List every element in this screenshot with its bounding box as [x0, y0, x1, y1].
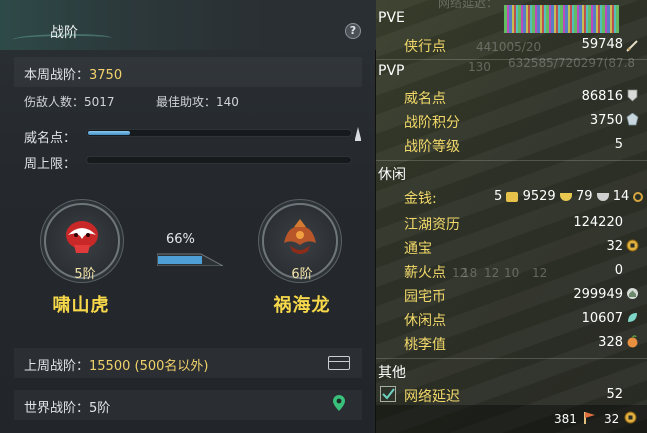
section-divider [376, 59, 647, 60]
pvp-row-value: 3750 [589, 113, 623, 128]
weekly-cap-bar [86, 156, 352, 164]
background-slot-count: 12 [532, 266, 548, 280]
other-row-value: 52 [606, 387, 623, 402]
gold-ingot-count: 5 [494, 189, 503, 204]
help-icon[interactable]: ? [345, 23, 361, 39]
current-rank-level: 5阶 [74, 267, 96, 282]
prestige-label: 威名点： [24, 131, 77, 146]
leisure-row-value: 0 [614, 263, 623, 278]
leisure-row-value: 328 [598, 335, 623, 350]
next-rank-level: 6阶 [291, 267, 313, 282]
other-section-title: 其他 [378, 365, 406, 381]
battle-rank-panel: 战阶 ? 本周战阶：3750 伤敌人数：5017 最佳助攻：140 威名点： 周… [0, 0, 376, 433]
tongbao-coin-icon [624, 411, 637, 424]
leisure-row-value: 10607 [581, 311, 623, 326]
flag-icon [584, 412, 595, 424]
gold-amount: 5 9529 79 14 [494, 189, 644, 204]
sword-icon [626, 40, 638, 52]
copper-count: 14 [612, 189, 630, 204]
pvp-row-value: 86816 [581, 89, 623, 104]
chest-icon[interactable] [328, 356, 350, 370]
leisure-section-title: 休闲 [378, 167, 406, 183]
last-week-label: 上周战阶： [24, 359, 90, 374]
pve-row-label: 侠行点 [404, 39, 446, 55]
pvp-row-label: 战阶积分 [404, 115, 460, 131]
bottom-count-a: 381 [554, 412, 577, 426]
best-assists: 最佳助攻：140 [156, 95, 239, 109]
pve-row-value: 59748 [581, 37, 623, 52]
buff-strip-decoration [504, 5, 619, 33]
panel-title: 战阶 [50, 25, 78, 41]
leisure-row-label: 薪火点 [404, 265, 446, 281]
background-slot-count: 12 [484, 266, 500, 280]
leisure-row-value: 32 [606, 239, 623, 254]
next-rank-name: 祸海龙 [273, 295, 331, 316]
bar-end-marker-icon [355, 127, 361, 141]
silver-count: 79 [575, 189, 593, 204]
silver-tael-icon [596, 192, 609, 201]
prestige-bar [86, 129, 352, 137]
pvp-row-label: 战阶等级 [404, 139, 460, 155]
rank-points-icon [626, 113, 639, 126]
section-divider [376, 160, 647, 161]
weekly-cap-label: 周上限： [24, 157, 77, 172]
kills-count: 伤敌人数：5017 [24, 95, 115, 109]
section-divider [376, 358, 647, 359]
copper-coin-icon [633, 191, 644, 202]
background-slot-count: 12 [452, 266, 468, 280]
currency-overlay-panel: 网络延迟： 441005/20 632585/720297(87.8 130 P… [376, 0, 647, 433]
prestige-badge-icon [627, 89, 638, 102]
last-week-rank: 上周战阶：15500 (500名以外) [24, 355, 208, 374]
gold-count: 9529 [522, 189, 556, 204]
leisure-row-value: 299949 [573, 287, 623, 302]
other-row-label: 网络延迟 [404, 389, 460, 405]
background-latency-text: 网络延迟： [438, 0, 499, 10]
leaf-icon [628, 313, 637, 322]
current-rank-name: 啸山虎 [52, 295, 110, 316]
bottom-count-b: 32 [604, 412, 620, 426]
rank-progress-percent: 66% [166, 232, 195, 247]
pvp-section-title: PVP [378, 63, 405, 79]
leisure-row-label: 江湖资历 [404, 217, 460, 233]
gold-tael-icon [559, 192, 572, 201]
this-week-value: 3750 [89, 68, 123, 83]
peach-icon [627, 335, 638, 348]
house-coin-icon [627, 288, 638, 299]
gold-label: 金钱: [404, 191, 437, 207]
world-rank: 世界战阶：5阶 [24, 401, 111, 416]
pve-section-title: PVE [378, 10, 405, 26]
tongbao-coin-icon [626, 239, 639, 252]
last-week-value: 15500 (500名以外) [89, 359, 209, 374]
leisure-row-value: 124220 [573, 215, 623, 230]
latency-checkbox[interactable] [380, 386, 396, 402]
location-pin-icon[interactable] [333, 395, 345, 411]
checkmark-icon [382, 388, 395, 400]
background-hp-text: 441005/20 [476, 40, 542, 54]
rank-progress-bar [156, 252, 224, 267]
panel-header: 战阶 ? [0, 0, 376, 50]
rank-progress-arrow [156, 253, 224, 267]
leisure-row-label: 园宅币 [404, 289, 446, 305]
background-slot-count: 10 [504, 266, 520, 280]
gold-ingot-icon [506, 191, 519, 202]
leisure-row-label: 桃李值 [404, 337, 446, 353]
this-week-label: 本周战阶： [24, 68, 90, 83]
background-level-text: 130 [468, 60, 491, 74]
this-week-rank: 本周战阶：3750 [24, 64, 122, 83]
prestige-bar-fill [88, 131, 130, 135]
leisure-row-label: 通宝 [404, 241, 432, 257]
pvp-row-label: 威名点 [404, 91, 446, 107]
pvp-row-value: 5 [614, 137, 623, 152]
leisure-row-label: 休闲点 [404, 313, 446, 329]
